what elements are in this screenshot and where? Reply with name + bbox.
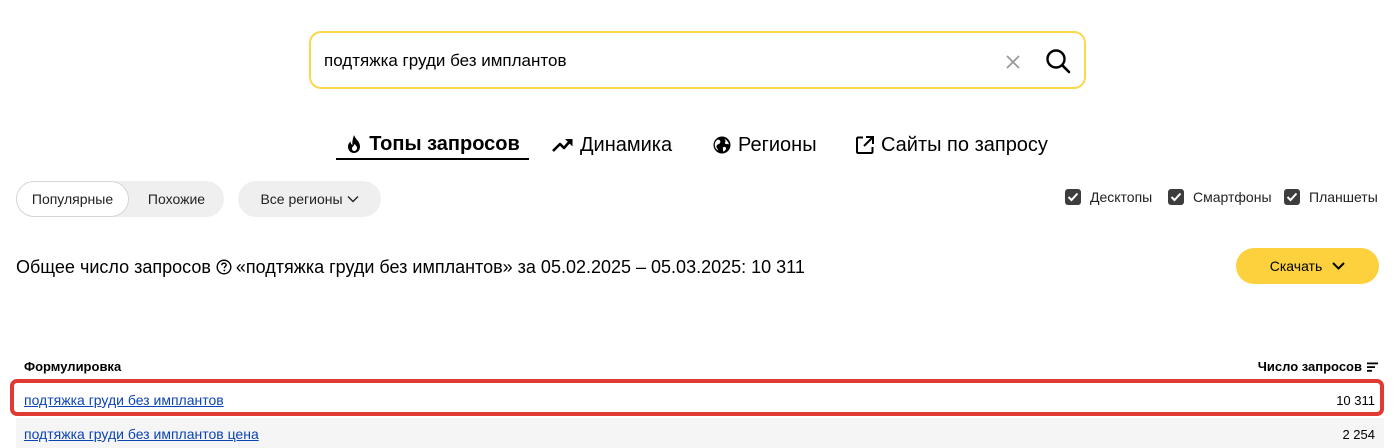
download-label: Скачать: [1269, 258, 1323, 274]
popular-option[interactable]: Популярные: [16, 181, 129, 217]
query-type-toggle: Популярные Похожие: [16, 181, 224, 217]
sort-icon: [1367, 362, 1378, 372]
clear-icon[interactable]: [1003, 52, 1023, 72]
column-header-count-label: Число запросов: [1257, 359, 1362, 374]
globe-icon: [713, 136, 731, 154]
tab-sites[interactable]: Сайты по запросу: [855, 130, 1048, 160]
tab-label: Топы запросов: [369, 132, 520, 155]
tablet-checkbox[interactable]: Планшеты: [1284, 189, 1378, 205]
fire-icon: [348, 135, 361, 153]
checkbox-label: Смартфоны: [1193, 189, 1272, 205]
tab-label: Динамика: [580, 133, 673, 156]
checkbox-checked-icon: [1168, 189, 1184, 205]
external-link-icon: [856, 136, 874, 154]
smartphone-checkbox[interactable]: Смартфоны: [1168, 189, 1272, 205]
phrase-link[interactable]: подтяжка груди без имплантов: [24, 392, 224, 408]
tab-label: Сайты по запросу: [881, 133, 1048, 156]
checkbox-checked-icon: [1284, 189, 1300, 205]
total-summary: Общее число запросов «подтяжка груди без…: [16, 256, 805, 278]
tab-regions[interactable]: Регионы: [712, 130, 817, 160]
table-row: подтяжка груди без имплантов 10 311: [16, 384, 1384, 416]
similar-option[interactable]: Похожие: [129, 181, 224, 217]
column-header-phrase: Формулировка: [24, 359, 122, 374]
search-icon[interactable]: [1044, 47, 1072, 75]
search-input[interactable]: [324, 46, 984, 76]
download-button[interactable]: Скачать: [1236, 248, 1379, 284]
tab-top-queries[interactable]: Топы запросов: [336, 130, 529, 160]
search-box: [309, 31, 1086, 89]
desktop-checkbox[interactable]: Десктопы: [1065, 189, 1152, 205]
regions-dropdown[interactable]: Все регионы: [238, 181, 381, 217]
checkbox-label: Десктопы: [1090, 189, 1153, 205]
query-count: 2 254: [1342, 426, 1375, 442]
tab-label: Регионы: [738, 133, 817, 156]
regions-label: Все регионы: [260, 191, 343, 207]
chevron-down-icon: [347, 196, 359, 203]
checkbox-label: Планшеты: [1309, 189, 1378, 205]
total-text: «подтяжка груди без имплантов» за 05.02.…: [235, 256, 805, 277]
phrase-link[interactable]: подтяжка груди без имплантов цена: [24, 426, 259, 442]
checkbox-checked-icon: [1065, 189, 1081, 205]
total-prefix: Общее число запросов: [16, 256, 211, 277]
chevron-down-icon: [1332, 262, 1345, 270]
column-header-count[interactable]: Число запросов: [1258, 359, 1378, 374]
help-icon[interactable]: [216, 259, 232, 275]
tab-dynamics[interactable]: Динамика: [552, 130, 672, 160]
query-count: 10 311: [1336, 392, 1375, 408]
trend-icon: [552, 139, 573, 152]
table-row: подтяжка груди без имплантов цена 2 254: [16, 418, 1384, 448]
